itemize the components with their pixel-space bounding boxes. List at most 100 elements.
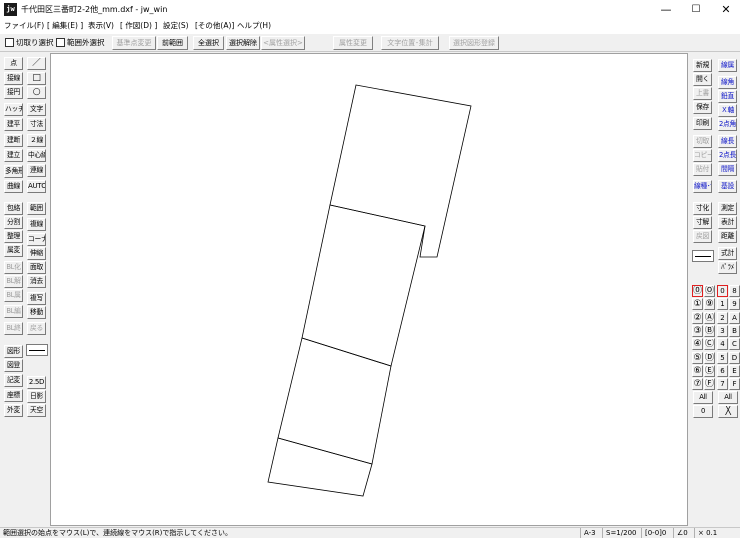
minimize-button[interactable]: —	[651, 0, 681, 19]
layer-cell[interactable]: 6	[717, 364, 728, 377]
2-5d-button[interactable]: 2.5D	[27, 376, 46, 389]
line-tool-button[interactable]: ／	[27, 57, 46, 70]
table-calc-button[interactable]: 表計	[718, 216, 737, 229]
print-button[interactable]: 印刷	[693, 117, 712, 130]
line-angle-button[interactable]: 線角	[718, 76, 737, 89]
range-select-button[interactable]: 範囲	[27, 202, 46, 215]
layer-cell[interactable]: 8	[729, 285, 740, 297]
double-line-button[interactable]: ２線	[27, 134, 46, 147]
copy-button[interactable]: コピー	[693, 149, 712, 162]
maximize-button[interactable]: ☐	[681, 0, 711, 19]
layer-cell[interactable]: 1	[717, 298, 728, 311]
line-attr-button[interactable]: 線属	[718, 59, 737, 72]
x-axis-button[interactable]: Ｘ軸	[718, 104, 737, 117]
layer-group-cell[interactable]: ⑨	[704, 298, 715, 311]
menu-file[interactable]: ファイル(F)	[4, 20, 44, 32]
close-button[interactable]: ✕	[711, 0, 740, 19]
building-elevation-button[interactable]: 建立	[4, 149, 23, 162]
measure-button[interactable]: 測定	[718, 202, 737, 215]
two-point-length-button[interactable]: 2点長	[718, 149, 737, 162]
circle-tool-button[interactable]: ○	[27, 86, 46, 99]
layer-group-cell[interactable]: Ⓕ	[704, 378, 715, 391]
menu-view[interactable]: 表示(V)	[88, 20, 114, 32]
curve-button[interactable]: 曲線	[4, 180, 23, 193]
layer-cell[interactable]: 9	[729, 298, 740, 311]
menu-settings[interactable]: 設定(S)	[163, 20, 189, 32]
cross-icon[interactable]: ╳	[718, 405, 738, 418]
layer-group-cell[interactable]: ⑦	[692, 378, 703, 391]
cut-button[interactable]: 切取	[693, 135, 712, 148]
block-edit-button[interactable]: BL編	[4, 305, 23, 318]
layer-indicator[interactable]: [0-0]0	[641, 528, 673, 538]
spacing-button[interactable]: 間隔	[718, 163, 737, 176]
mark-change-button[interactable]: 記変	[4, 374, 23, 387]
rectangle-tool-button[interactable]: □	[27, 72, 46, 85]
dimension-button[interactable]: 寸法	[27, 118, 46, 131]
dim-solve-button[interactable]: 寸解	[693, 216, 712, 229]
base-setting-button[interactable]: 基設	[718, 180, 737, 193]
layer-cell[interactable]: 5	[717, 351, 728, 364]
layer-cell[interactable]: C	[729, 338, 740, 351]
arrange-button[interactable]: 整理	[4, 230, 23, 243]
point-tool-button[interactable]: 点	[4, 57, 23, 70]
undo-button[interactable]: 戻る	[27, 322, 46, 335]
scale-indicator[interactable]: S=1/200	[602, 528, 640, 538]
deselect-button[interactable]: 選択解除	[226, 36, 260, 50]
angle-indicator[interactable]: ∠0	[673, 528, 694, 538]
layer-group-cell[interactable]: Ⓐ	[704, 311, 715, 324]
text-tool-button[interactable]: 文字	[27, 103, 46, 116]
layer-group-cell[interactable]: ④	[692, 338, 703, 351]
menu-edit[interactable]: [ 編集(E) ]	[47, 20, 83, 32]
attr-change-tool-button[interactable]: 属変	[4, 244, 23, 257]
layer-cell[interactable]: B	[729, 324, 740, 337]
sun-shadow-button[interactable]: 日影	[27, 390, 46, 403]
building-plan-button[interactable]: 建平	[4, 118, 23, 131]
select-all-button[interactable]: 全選択	[193, 36, 224, 50]
corner-button[interactable]: コーナー	[27, 233, 46, 246]
layer-group-cell[interactable]: Ⓔ	[704, 364, 715, 377]
layer-group-cell[interactable]: ⑤	[692, 351, 703, 364]
sky-factor-button[interactable]: 天空	[27, 404, 46, 417]
figure-register-button[interactable]: 図登	[4, 359, 23, 372]
prev-range-button[interactable]: 前範囲	[157, 36, 188, 50]
divide-button[interactable]: 分割	[4, 216, 23, 229]
select-figure-register-button[interactable]: 選択図形登録	[449, 36, 499, 50]
vertical-button[interactable]: 鉛直	[718, 90, 737, 103]
polygon-button[interactable]: 多角形	[4, 165, 23, 178]
base-point-change-button[interactable]: 基準点変更	[112, 36, 156, 50]
copy-tool-button[interactable]: 複写	[27, 292, 46, 305]
move-button[interactable]: 移動	[27, 306, 46, 319]
layer-group-cell[interactable]: ③	[692, 324, 703, 337]
layer-cell[interactable]: A	[729, 311, 740, 324]
text-pos-calc-button[interactable]: 文字位置･集計	[381, 36, 439, 50]
block-make-button[interactable]: BL化	[4, 261, 23, 274]
envelope-button[interactable]: 包絡	[4, 202, 23, 215]
erase-button[interactable]: 消去	[27, 275, 46, 288]
layer-cell[interactable]: E	[729, 364, 740, 377]
block-release-button[interactable]: BL解	[4, 275, 23, 288]
layer-cell[interactable]: 7	[717, 378, 728, 391]
save-button[interactable]: 保存	[693, 101, 712, 114]
block-end-button[interactable]: BL終	[4, 322, 23, 335]
external-change-button[interactable]: 外変	[4, 404, 23, 417]
layer-group-cell[interactable]: Ⓒ	[704, 338, 715, 351]
continuous-line-button[interactable]: 連線	[27, 164, 46, 177]
outside-select-checkbox[interactable]	[56, 38, 65, 47]
layer-cell[interactable]: 0	[717, 285, 728, 297]
block-attr-button[interactable]: BL属	[4, 289, 23, 302]
tangent-circle-button[interactable]: 接円	[4, 86, 23, 99]
menu-help[interactable]: ヘルプ(H)	[237, 20, 271, 32]
chamfer-button[interactable]: 面取	[27, 261, 46, 274]
new-file-button[interactable]: 新規	[693, 59, 712, 72]
paste-button[interactable]: 貼付	[693, 163, 712, 176]
layer-group-cell[interactable]: Ⓑ	[704, 324, 715, 337]
menu-other[interactable]: [その他(A)]	[195, 20, 234, 32]
stretch-button[interactable]: 伸縮	[27, 247, 46, 260]
layer-group-cell[interactable]: Ⓞ	[704, 285, 715, 297]
zero-layer-button[interactable]: 0	[693, 405, 713, 418]
layer-group-cell[interactable]: ②	[692, 311, 703, 324]
line-color-preview[interactable]	[692, 250, 714, 262]
coordinates-button[interactable]: 座標	[4, 389, 23, 402]
figure-button[interactable]: 図形	[4, 345, 23, 358]
open-file-button[interactable]: 開く	[693, 73, 712, 86]
